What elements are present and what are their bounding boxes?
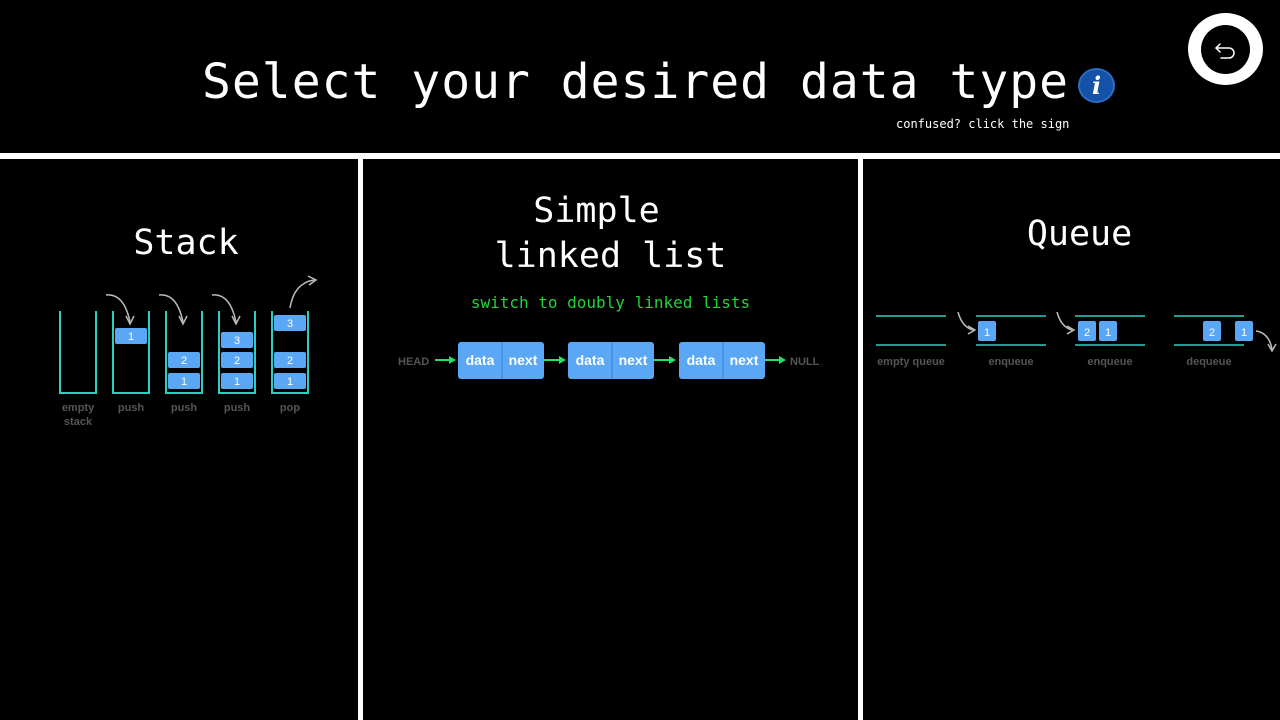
stack-item: 1 [234, 376, 240, 388]
stack-item: 1 [287, 376, 293, 388]
stack-container [59, 311, 97, 394]
node-data: data [687, 352, 716, 368]
node-next: next [730, 352, 759, 368]
stack-diagram: 1 2 1 3 2 1 3 2 1 empty stack push push … [59, 275, 318, 428]
stack-panel[interactable]: Stack 1 2 1 3 2 1 3 2 1 empty stack push… [0, 159, 358, 720]
queue-item: 2 [1209, 327, 1215, 339]
step-label: empty queue [877, 356, 945, 368]
queue-panel[interactable]: Queue 1 2 1 2 1 empty queue enqueue enqu… [863, 159, 1280, 720]
info-icon[interactable]: i [1078, 68, 1115, 103]
stack-item: 1 [181, 376, 187, 388]
step-label: push [224, 402, 251, 414]
head-label: HEAD [398, 356, 429, 368]
step-label: enqueue [988, 356, 1033, 368]
back-button[interactable] [1188, 13, 1263, 85]
step-label: stack [64, 416, 93, 428]
node-next: next [509, 352, 538, 368]
queue-item: 1 [1241, 327, 1247, 339]
node-data: data [576, 352, 605, 368]
queue-item: 2 [1084, 327, 1090, 339]
header: Select your desired data type i confused… [0, 0, 1280, 153]
step-label: dequeue [1186, 356, 1231, 368]
step-label: push [118, 402, 145, 414]
page-title: Select your desired data type [202, 54, 1070, 110]
node-next: next [619, 352, 648, 368]
linked-list-diagram: HEAD data next data next data next NULL [398, 342, 820, 379]
queue-item: 1 [1105, 327, 1111, 339]
step-label: empty [62, 402, 95, 414]
node-data: data [466, 352, 495, 368]
linked-list-panel[interactable]: Simple linked list switch to doubly link… [363, 159, 858, 720]
step-label: pop [280, 402, 300, 414]
info-glyph: i [1091, 70, 1102, 100]
queue-diagram: 1 2 1 2 1 empty queue enqueue enqueue de… [876, 311, 1277, 368]
stack-item: 3 [234, 335, 240, 347]
stack-item: 2 [234, 355, 240, 367]
hint-text: confused? click the sign [896, 117, 1070, 131]
step-label: enqueue [1087, 356, 1132, 368]
stack-item: 3 [287, 318, 293, 330]
stack-item: 2 [287, 355, 293, 367]
back-arrow-icon [1201, 24, 1250, 74]
stack-item: 1 [128, 331, 134, 343]
null-label: NULL [790, 356, 820, 368]
step-label: push [171, 402, 198, 414]
stack-item: 2 [181, 355, 187, 367]
queue-item: 1 [984, 327, 990, 339]
